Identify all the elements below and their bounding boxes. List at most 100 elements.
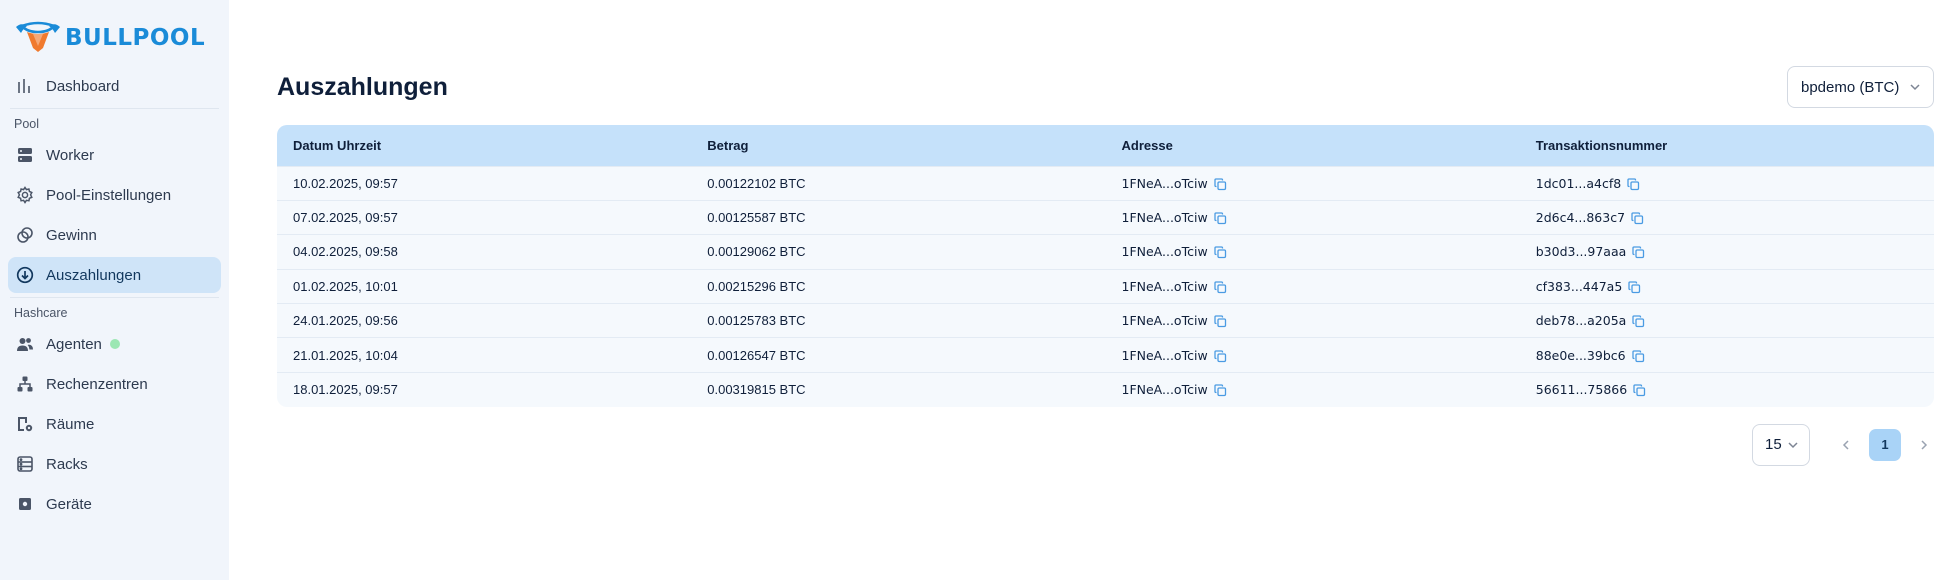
copy-icon[interactable] (1214, 349, 1227, 363)
sidebar-item-raeume[interactable]: Räume (8, 406, 221, 442)
cell-betrag: 0.00215296 BTC (691, 269, 1105, 303)
payout-amount: 0.00319815 BTC (707, 382, 806, 398)
copy-icon[interactable] (1214, 384, 1227, 397)
page-size-select[interactable]: 15 (1752, 423, 1810, 466)
divider (10, 297, 219, 298)
cell-adresse: 1FNeA...oTciw (1106, 269, 1520, 303)
cell-betrag: 0.00319815 BTC (691, 372, 1105, 406)
payout-amount: 0.00125587 BTC (707, 210, 806, 226)
cell-datum: 18.01.2025, 09:57 (277, 372, 691, 406)
sidebar-item-worker[interactable]: Worker (8, 137, 221, 173)
sidebar: BULLPOOL Dashboard Pool Worker Pool-Eins… (0, 0, 229, 580)
payout-date: 10.02.2025, 09:57 (293, 175, 398, 191)
cell-datum: 07.02.2025, 09:57 (277, 200, 691, 234)
sidebar-item-rechenzentren[interactable]: Rechenzentren (8, 366, 221, 402)
cell-transaktionsnummer: deb78...a205a (1520, 304, 1934, 338)
pagination: 15 1 (277, 423, 1934, 466)
sidebar-item-label: Dashboard (46, 77, 120, 95)
sidebar-item-agenten[interactable]: Agenten (8, 326, 221, 362)
transaction-id: 88e0e...39bc6 (1535, 347, 1626, 363)
cell-datum: 04.02.2025, 09:58 (277, 235, 691, 269)
section-label-pool: Pool (14, 117, 40, 131)
cell-datum: 10.02.2025, 09:57 (277, 166, 691, 200)
copy-icon[interactable] (1633, 384, 1646, 397)
server-icon (15, 145, 35, 165)
sidebar-item-racks[interactable]: Racks (8, 446, 221, 482)
payout-address: 1FNeA...oTciw (1121, 347, 1208, 363)
cell-transaktionsnummer: cf383...447a5 (1520, 269, 1934, 303)
copy-icon[interactable] (1214, 281, 1227, 294)
payout-amount: 0.00215296 BTC (707, 278, 806, 294)
transaction-id: 1dc01...a4cf8 (1535, 175, 1622, 191)
column-header-adresse: Adresse (1121, 137, 1173, 153)
chevron-down-icon (1788, 442, 1798, 448)
payout-address: 1FNeA...oTciw (1121, 244, 1208, 260)
hierarchy-icon (15, 374, 35, 394)
copy-icon[interactable] (1628, 281, 1641, 294)
payout-address: 1FNeA...oTciw (1121, 175, 1208, 191)
transaction-id: 56611...75866 (1535, 382, 1628, 398)
account-select[interactable]: bpdemo (BTC) (1787, 66, 1934, 108)
transaction-id: b30d3...97aaa (1535, 244, 1627, 260)
transaction-id: cf383...447a5 (1535, 278, 1623, 294)
sidebar-item-dashboard[interactable]: Dashboard (8, 68, 221, 104)
column-header-transaktionsnummer: Transaktionsnummer (1535, 137, 1668, 153)
chevron-right-icon (1921, 440, 1928, 450)
bar-chart-icon (15, 76, 35, 96)
payout-date: 04.02.2025, 09:58 (293, 244, 398, 260)
cell-datum: 21.01.2025, 10:04 (277, 338, 691, 372)
payout-date: 07.02.2025, 09:57 (293, 210, 398, 226)
copy-icon[interactable] (1631, 212, 1644, 225)
divider (10, 108, 219, 109)
cell-datum: 24.01.2025, 09:56 (277, 304, 691, 338)
copy-icon[interactable] (1631, 349, 1645, 363)
page-number-button[interactable]: 1 (1869, 428, 1901, 461)
room-icon (15, 414, 35, 434)
payout-address: 1FNeA...oTciw (1121, 210, 1208, 226)
previous-page-button[interactable] (1836, 435, 1856, 455)
payout-address: 1FNeA...oTciw (1121, 278, 1208, 294)
section-label-hashcare: Hashcare (14, 306, 68, 320)
payout-date: 18.01.2025, 09:57 (293, 382, 398, 398)
table-row: 04.02.2025, 09:58 0.00129062 BTC 1FNeA...o… (277, 234, 1934, 269)
sidebar-item-label: Gewinn (46, 226, 97, 244)
table-row: 18.01.2025, 09:57 0.00319815 BTC 1FNeA...o… (277, 372, 1934, 406)
coins-icon (15, 225, 35, 245)
table-body: 10.02.2025, 09:57 0.00122102 BTC 1FNeA...o… (277, 166, 1934, 407)
next-page-button[interactable] (1914, 435, 1934, 455)
sidebar-item-label: Rechenzentren (46, 375, 148, 393)
cell-betrag: 0.00125587 BTC (691, 200, 1105, 234)
table-row: 24.01.2025, 09:56 0.00125783 BTC 1FNeA...o… (277, 303, 1934, 338)
copy-icon[interactable] (1214, 246, 1227, 259)
transaction-id: 2d6c4...863c7 (1535, 210, 1626, 226)
cell-betrag: 0.00126547 BTC (691, 338, 1105, 372)
download-circle-icon (15, 265, 35, 285)
table-header-row: Datum Uhrzeit Betrag Adresse Transaktion… (277, 125, 1934, 166)
payout-amount: 0.00125783 BTC (707, 313, 806, 329)
sidebar-item-geraete[interactable]: Geräte (8, 486, 221, 522)
payout-address: 1FNeA...oTciw (1121, 313, 1208, 329)
account-select-value: bpdemo (BTC) (1801, 78, 1900, 96)
copy-icon[interactable] (1632, 246, 1645, 259)
sidebar-item-gewinn[interactable]: Gewinn (8, 217, 221, 253)
copy-icon[interactable] (1627, 178, 1640, 191)
sidebar-item-auszahlungen[interactable]: Auszahlungen (8, 257, 221, 293)
copy-icon[interactable] (1632, 315, 1645, 328)
table-row: 07.02.2025, 09:57 0.00125587 BTC 1FNeA...o… (277, 200, 1934, 234)
copy-icon[interactable] (1214, 178, 1227, 191)
sidebar-item-pool-einstellungen[interactable]: Pool-Einstellungen (8, 177, 221, 213)
copy-icon[interactable] (1214, 212, 1227, 225)
copy-icon[interactable] (1214, 315, 1227, 328)
brand-logo[interactable]: BULLPOOL (8, 18, 221, 58)
cell-betrag: 0.00125783 BTC (691, 304, 1105, 338)
payout-amount: 0.00122102 BTC (707, 175, 806, 191)
payout-amount: 0.00129062 BTC (707, 244, 806, 260)
cell-transaktionsnummer: 2d6c4...863c7 (1520, 200, 1934, 234)
sidebar-item-label: Agenten (46, 335, 102, 353)
app-root: BULLPOOL Dashboard Pool Worker Pool-Eins… (0, 0, 1954, 580)
table-row: 01.02.2025, 10:01 0.00215296 BTC 1FNeA...o… (277, 269, 1934, 303)
online-status-indicator (109, 339, 120, 349)
cell-transaktionsnummer: b30d3...97aaa (1520, 235, 1934, 269)
payout-address: 1FNeA...oTciw (1121, 382, 1208, 398)
cell-adresse: 1FNeA...oTciw (1106, 372, 1520, 406)
